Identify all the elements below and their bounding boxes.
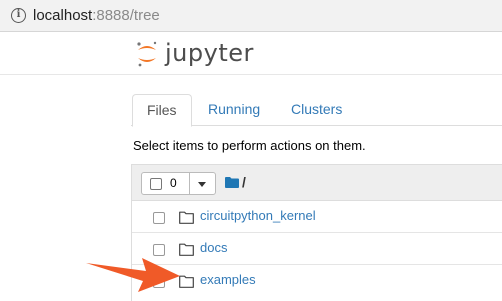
caret-down-icon[interactable] — [198, 182, 206, 187]
jupyter-logo-text: jupyter — [165, 39, 254, 67]
list-item[interactable]: examples — [132, 265, 502, 297]
item-link[interactable]: docs — [200, 240, 227, 255]
tab-running[interactable]: Running — [194, 94, 274, 126]
selection-hint: Select items to perform actions on them. — [133, 138, 366, 153]
url-path: :8888/tree — [92, 7, 160, 24]
folder-icon[interactable] — [225, 177, 239, 188]
item-checkbox[interactable] — [153, 212, 165, 224]
info-icon[interactable]: i — [11, 8, 26, 23]
select-all-checkbox[interactable] — [150, 178, 162, 190]
breadcrumb-root[interactable]: / — [242, 174, 246, 190]
list-item[interactable]: docs — [132, 233, 502, 265]
list-item[interactable]: circuitpython_kernel — [132, 201, 502, 233]
url-host: localhost — [33, 7, 93, 24]
dropdown-divider — [189, 173, 190, 194]
jupyter-header: jupyter — [0, 33, 502, 75]
tab-bar: Files Running Clusters — [131, 94, 502, 127]
annotation-arrow-icon — [86, 258, 180, 292]
select-all-dropdown[interactable]: 0 — [141, 172, 216, 195]
selected-count: 0 — [170, 176, 177, 190]
folder-icon — [179, 275, 194, 288]
browser-address-bar[interactable]: i localhost:8888/tree — [0, 0, 502, 32]
folder-icon — [179, 211, 194, 224]
item-link[interactable]: circuitpython_kernel — [200, 208, 316, 223]
tab-files[interactable]: Files — [132, 94, 192, 127]
file-list-header: 0 / — [132, 165, 502, 201]
jupyter-logo-icon — [137, 41, 157, 67]
item-link[interactable]: examples — [200, 272, 256, 287]
url-text[interactable]: localhost:8888/tree — [33, 7, 160, 25]
folder-icon — [179, 243, 194, 256]
tab-clusters[interactable]: Clusters — [277, 94, 356, 126]
file-list: 0 / circuitpython_kernel docs examples — [131, 164, 502, 301]
